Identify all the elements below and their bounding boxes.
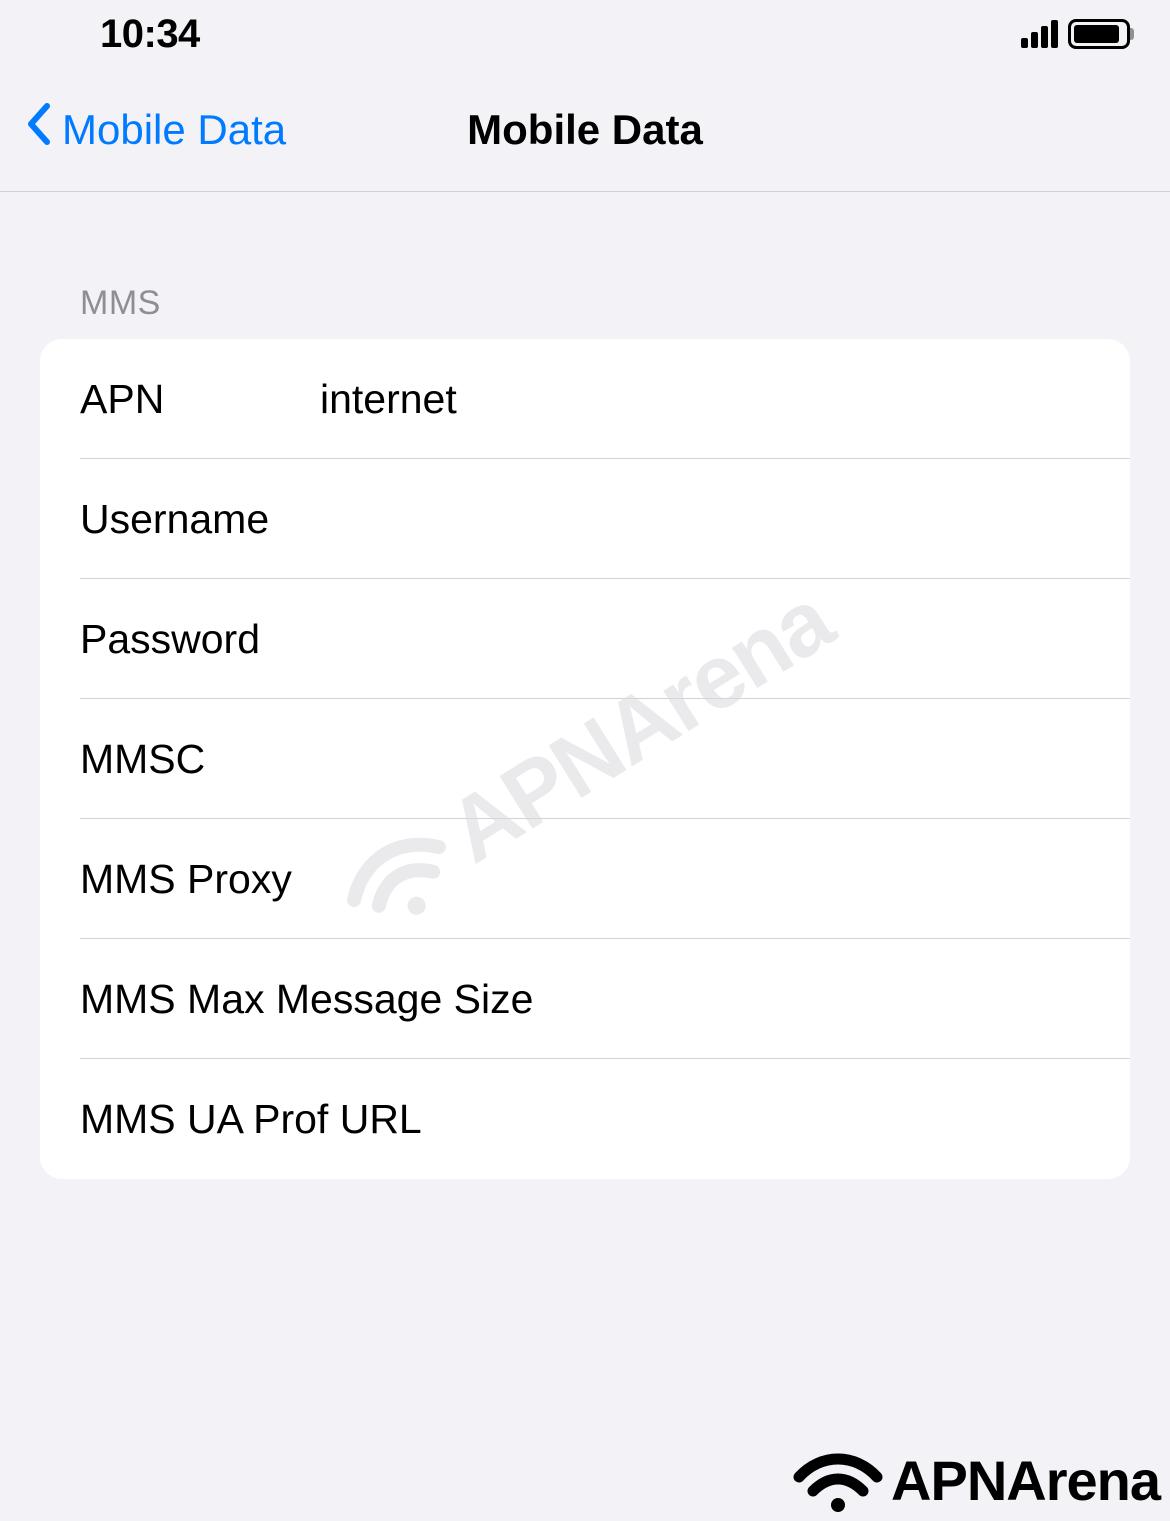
row-password[interactable]: Password — [40, 579, 1130, 699]
navigation-bar: Mobile Data Mobile Data — [0, 68, 1170, 192]
battery-icon — [1068, 19, 1130, 49]
content-area: MMS APN Username Password MMSC MMS Proxy… — [0, 192, 1170, 1179]
branding-text: APNArena — [891, 1448, 1160, 1513]
input-mms-ua-prof-url[interactable] — [558, 1096, 1090, 1143]
input-username[interactable] — [320, 496, 1090, 543]
row-mmsc[interactable]: MMSC — [40, 699, 1130, 819]
branding: APNArena — [793, 1445, 1160, 1515]
row-label-apn: APN — [80, 376, 320, 423]
page-title: Mobile Data — [467, 106, 703, 154]
row-label-mmsc: MMSC — [80, 736, 320, 783]
input-apn[interactable] — [320, 376, 1090, 423]
row-label-mms-max-size: MMS Max Message Size — [80, 976, 558, 1023]
row-label-password: Password — [80, 616, 320, 663]
section-header-mms: MMS — [40, 192, 1130, 339]
chevron-left-icon — [26, 102, 50, 157]
input-mmsc[interactable] — [320, 736, 1090, 783]
row-label-username: Username — [80, 496, 320, 543]
status-indicators — [1021, 19, 1130, 49]
back-label: Mobile Data — [62, 106, 286, 154]
status-bar: 10:34 — [0, 0, 1170, 68]
row-username[interactable]: Username — [40, 459, 1130, 579]
row-label-mms-ua-prof-url: MMS UA Prof URL — [80, 1096, 558, 1143]
input-mms-max-size[interactable] — [558, 976, 1090, 1023]
input-mms-proxy[interactable] — [558, 856, 1090, 903]
input-password[interactable] — [320, 616, 1090, 663]
row-apn[interactable]: APN — [40, 339, 1130, 459]
settings-group-mms: APN Username Password MMSC MMS Proxy MMS… — [40, 339, 1130, 1179]
row-mms-proxy[interactable]: MMS Proxy — [40, 819, 1130, 939]
status-time: 10:34 — [100, 12, 200, 57]
back-button[interactable]: Mobile Data — [26, 102, 286, 157]
row-label-mms-proxy: MMS Proxy — [80, 856, 558, 903]
row-mms-max-size[interactable]: MMS Max Message Size — [40, 939, 1130, 1059]
wifi-icon — [793, 1445, 883, 1515]
row-mms-ua-prof-url[interactable]: MMS UA Prof URL — [40, 1059, 1130, 1179]
cellular-signal-icon — [1021, 20, 1058, 48]
